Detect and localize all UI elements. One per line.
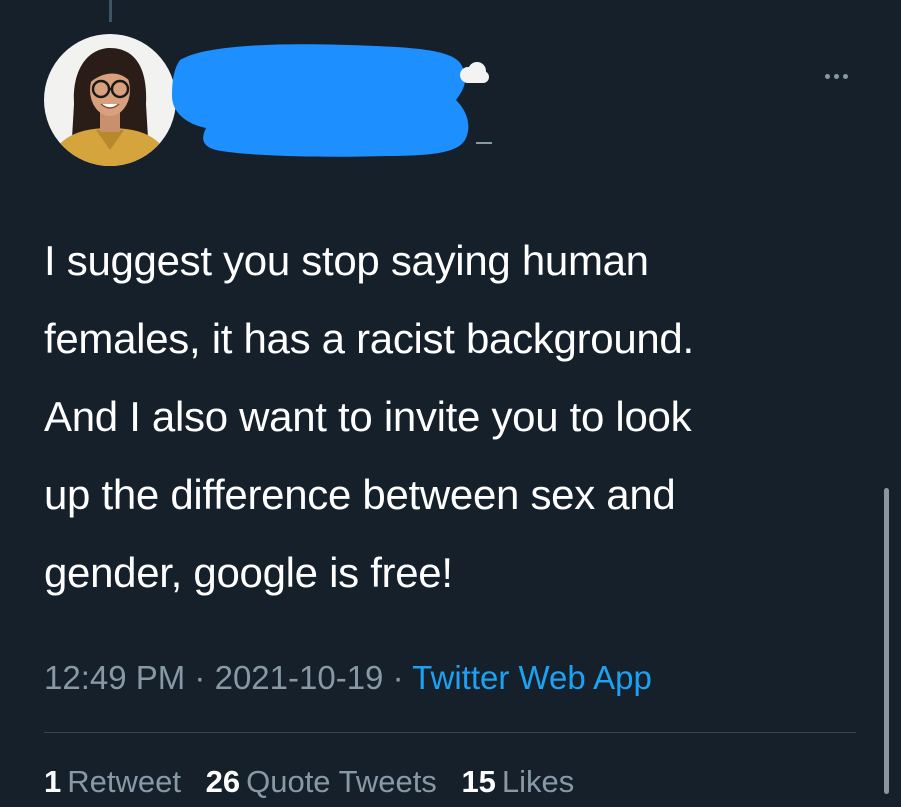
more-options-button[interactable] [818, 64, 854, 88]
tweet-text-line: And I also want to invite you to look [44, 393, 692, 440]
quote-tweets-label: Quote Tweets [246, 764, 437, 799]
likes-label: Likes [501, 764, 575, 799]
likes-count: 15 [461, 764, 496, 799]
tweet-text-line: up the difference between sex and [44, 471, 676, 518]
tweet-stats: 1 Retweet 26 Quote Tweets 15 Likes [44, 762, 590, 802]
redacted-display-name [166, 40, 478, 158]
meta-separator: · [392, 659, 404, 696]
scrollbar[interactable] [884, 488, 889, 794]
tweet-date[interactable]: 2021-10-19 [215, 659, 384, 696]
divider [44, 732, 856, 733]
quote-tweets-stat[interactable]: 26 Quote Tweets [206, 762, 437, 802]
tweet-text-line: females, it has a racist background. [44, 315, 694, 362]
avatar[interactable] [44, 34, 176, 166]
likes-stat[interactable]: 15 Likes [461, 762, 574, 802]
thread-connector-line [109, 0, 112, 22]
cloud-icon [456, 60, 490, 86]
tweet-text: I suggest you stop saying human females,… [44, 222, 874, 612]
tweet-text-line: gender, google is free! [44, 549, 453, 596]
redacted-handle-underscore [476, 142, 492, 144]
retweets-count: 1 [44, 764, 62, 799]
retweets-label: Retweet [67, 764, 181, 799]
more-horizontal-icon [824, 73, 830, 79]
retweets-stat[interactable]: 1 Retweet [44, 762, 181, 802]
tweet-source-link[interactable]: Twitter Web App [412, 659, 652, 696]
tweet-text-line: I suggest you stop saying human [44, 237, 649, 284]
quote-tweets-count: 26 [205, 764, 241, 799]
meta-separator: · [194, 659, 206, 696]
tweet-time[interactable]: 12:49 PM [44, 659, 185, 696]
tweet-meta: 12:49 PM · 2021-10-19 · Twitter Web App [44, 656, 652, 700]
